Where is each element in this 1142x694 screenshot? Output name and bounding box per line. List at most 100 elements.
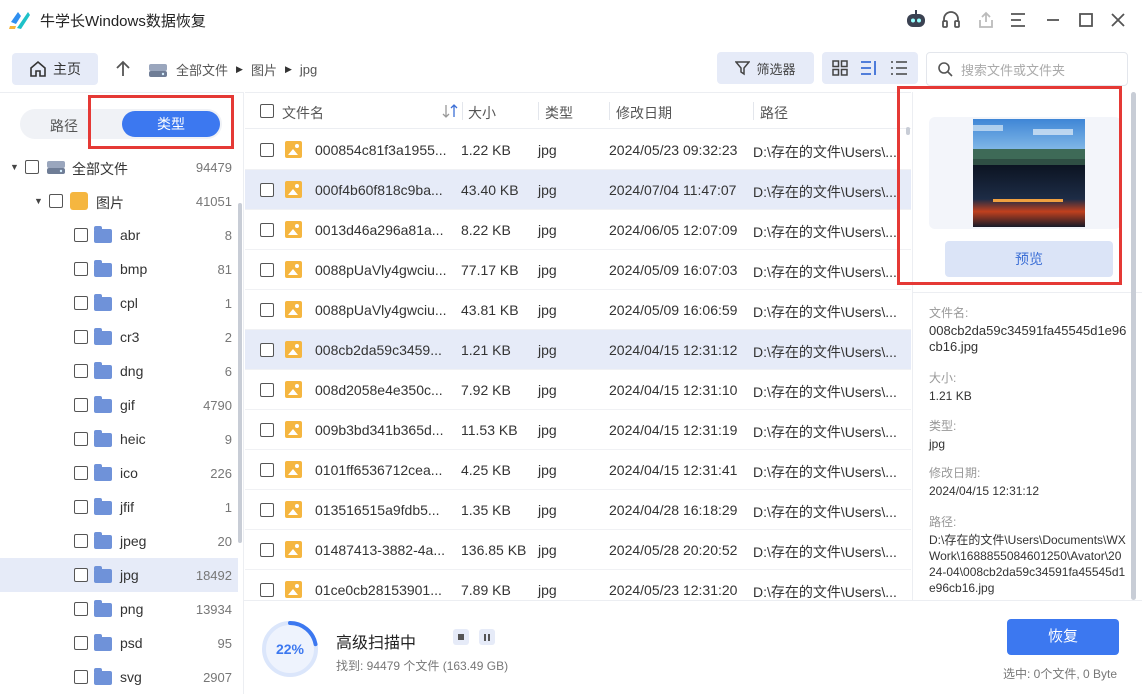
- share-export-icon[interactable]: [974, 8, 998, 32]
- list-scrollbar[interactable]: [906, 127, 910, 135]
- tree-item-11[interactable]: jpeg 20: [0, 524, 238, 558]
- row-checkbox[interactable]: [260, 543, 274, 557]
- row-checkbox[interactable]: [260, 223, 274, 237]
- tree-item-checkbox[interactable]: [74, 500, 88, 514]
- tree-item-14[interactable]: psd 95: [0, 626, 238, 660]
- minimize-icon[interactable]: [1041, 8, 1065, 32]
- cell-name: 000854c81f3a1955...: [315, 142, 447, 158]
- tree-item-2[interactable]: abr 8: [0, 218, 238, 252]
- sidebar-scrollbar[interactable]: [238, 203, 242, 543]
- breadcrumb-item-images[interactable]: 图片: [251, 60, 277, 79]
- column-size[interactable]: 大小: [468, 103, 496, 123]
- headset-support-icon[interactable]: [939, 8, 963, 32]
- tree-item-checkbox[interactable]: [74, 534, 88, 548]
- table-row[interactable]: 000f4b60f818c9ba... 43.40 KB jpg 2024/07/04…: [245, 170, 911, 210]
- tree-item-checkbox[interactable]: [74, 602, 88, 616]
- row-checkbox[interactable]: [260, 423, 274, 437]
- tree-item-9[interactable]: ico 226: [0, 456, 238, 490]
- menu-icon[interactable]: [1006, 8, 1030, 32]
- tree-item-checkbox[interactable]: [74, 296, 88, 310]
- detail-list-view-icon[interactable]: [860, 60, 878, 76]
- tree-item-10[interactable]: jfif 1: [0, 490, 238, 524]
- selection-summary: 选中: 0个文件, 0 Byte: [1003, 667, 1118, 681]
- search-box[interactable]: 搜索文件或文件夹: [926, 52, 1128, 86]
- table-row[interactable]: 013516515a9fdb5... 1.35 KB jpg 2024/04/28 1…: [245, 490, 911, 530]
- close-icon[interactable]: [1106, 8, 1130, 32]
- list-view-icon[interactable]: [890, 60, 908, 76]
- table-row[interactable]: 009b3bd341b365d... 11.53 KB jpg 2024/04/15 …: [245, 410, 911, 450]
- column-type[interactable]: 类型: [545, 103, 573, 123]
- expand-arrow-icon[interactable]: ▼: [34, 196, 43, 206]
- table-row[interactable]: 01487413-3882-4a... 136.85 KB jpg 2024/05/2…: [245, 530, 911, 570]
- row-checkbox[interactable]: [260, 183, 274, 197]
- tree-item-checkbox[interactable]: [74, 568, 88, 582]
- filter-button[interactable]: 筛选器: [717, 52, 814, 84]
- table-row[interactable]: 008d2058e4e350c... 7.92 KB jpg 2024/04/15 1…: [245, 370, 911, 410]
- tree-item-checkbox[interactable]: [74, 364, 88, 378]
- tree-item-6[interactable]: dng 6: [0, 354, 238, 388]
- image-file-icon: [285, 181, 302, 198]
- tree-item-checkbox[interactable]: [74, 670, 88, 684]
- sort-icon[interactable]: [442, 104, 458, 118]
- tree-item-1[interactable]: ▼ 图片 41051: [0, 184, 238, 218]
- preview-button[interactable]: 预览: [945, 241, 1113, 277]
- tree-item-checkbox[interactable]: [74, 228, 88, 242]
- tree-item-12[interactable]: jpg 18492: [0, 558, 238, 592]
- up-arrow-icon[interactable]: [112, 56, 134, 82]
- robot-assistant-icon[interactable]: [904, 8, 928, 32]
- tree-item-4[interactable]: cpl 1: [0, 286, 238, 320]
- cell-path: D:\存在的文件\Users\...: [753, 144, 897, 160]
- grid-view-icon[interactable]: [832, 60, 848, 76]
- pause-icon[interactable]: [479, 629, 495, 645]
- tree-item-checkbox[interactable]: [74, 262, 88, 276]
- row-checkbox[interactable]: [260, 383, 274, 397]
- tree-item-checkbox[interactable]: [74, 636, 88, 650]
- cell-type: jpg: [538, 542, 557, 558]
- tree-item-0[interactable]: ▼ 全部文件 94479: [0, 150, 238, 184]
- expand-arrow-icon[interactable]: ▼: [10, 162, 19, 172]
- maximize-icon[interactable]: [1074, 8, 1098, 32]
- tree-item-7[interactable]: gif 4790: [0, 388, 238, 422]
- tree-item-checkbox[interactable]: [49, 194, 63, 208]
- preview-scrollbar[interactable]: [1131, 92, 1136, 600]
- breadcrumb-item-all-files[interactable]: 全部文件: [176, 60, 228, 79]
- table-row[interactable]: 0088pUaVly4gwciu... 43.81 KB jpg 2024/05/09…: [245, 290, 911, 330]
- column-path[interactable]: 路径: [760, 103, 788, 123]
- cell-date: 2024/04/15 12:31:10: [609, 382, 738, 398]
- breadcrumb-item-jpg[interactable]: jpg: [300, 62, 317, 77]
- table-row[interactable]: 000854c81f3a1955... 1.22 KB jpg 2024/05/23 …: [245, 130, 911, 170]
- home-button[interactable]: 主页: [12, 53, 98, 85]
- search-input[interactable]: 搜索文件或文件夹: [961, 60, 1065, 79]
- row-checkbox[interactable]: [260, 503, 274, 517]
- tree-item-13[interactable]: png 13934: [0, 592, 238, 626]
- tree-item-checkbox[interactable]: [74, 466, 88, 480]
- tree-item-3[interactable]: bmp 81: [0, 252, 238, 286]
- row-checkbox[interactable]: [260, 343, 274, 357]
- tree-item-15[interactable]: svg 2907: [0, 660, 238, 694]
- tree-item-5[interactable]: cr3 2: [0, 320, 238, 354]
- tree-item-checkbox[interactable]: [74, 432, 88, 446]
- folder-icon: [94, 260, 112, 277]
- row-checkbox[interactable]: [260, 143, 274, 157]
- table-row[interactable]: 0088pUaVly4gwciu... 77.17 KB jpg 2024/05/09…: [245, 250, 911, 290]
- row-checkbox[interactable]: [260, 583, 274, 597]
- select-all-checkbox[interactable]: [260, 104, 274, 118]
- row-checkbox[interactable]: [260, 303, 274, 317]
- table-row[interactable]: 0101ff6536712cea... 4.25 KB jpg 2024/04/15 …: [245, 450, 911, 490]
- tree-item-checkbox[interactable]: [25, 160, 39, 174]
- table-row[interactable]: 01ce0cb28153901... 7.89 KB jpg 2024/05/23 1…: [245, 570, 911, 600]
- tree-item-8[interactable]: heic 9: [0, 422, 238, 456]
- column-name[interactable]: 文件名: [282, 103, 324, 123]
- cell-path: D:\存在的文件\Users\...: [753, 384, 897, 400]
- row-checkbox[interactable]: [260, 263, 274, 277]
- tab-type[interactable]: 类型: [122, 111, 220, 137]
- stop-icon[interactable]: [453, 629, 469, 645]
- row-checkbox[interactable]: [260, 463, 274, 477]
- recover-button[interactable]: 恢复: [1007, 619, 1119, 655]
- tab-path[interactable]: 路径: [50, 116, 78, 136]
- table-row[interactable]: 0013d46a296a81a... 8.22 KB jpg 2024/06/05 1…: [245, 210, 911, 250]
- column-date[interactable]: 修改日期: [616, 103, 672, 123]
- table-row[interactable]: 008cb2da59c3459... 1.21 KB jpg 2024/04/15 1…: [245, 330, 911, 370]
- tree-item-checkbox[interactable]: [74, 398, 88, 412]
- tree-item-checkbox[interactable]: [74, 330, 88, 344]
